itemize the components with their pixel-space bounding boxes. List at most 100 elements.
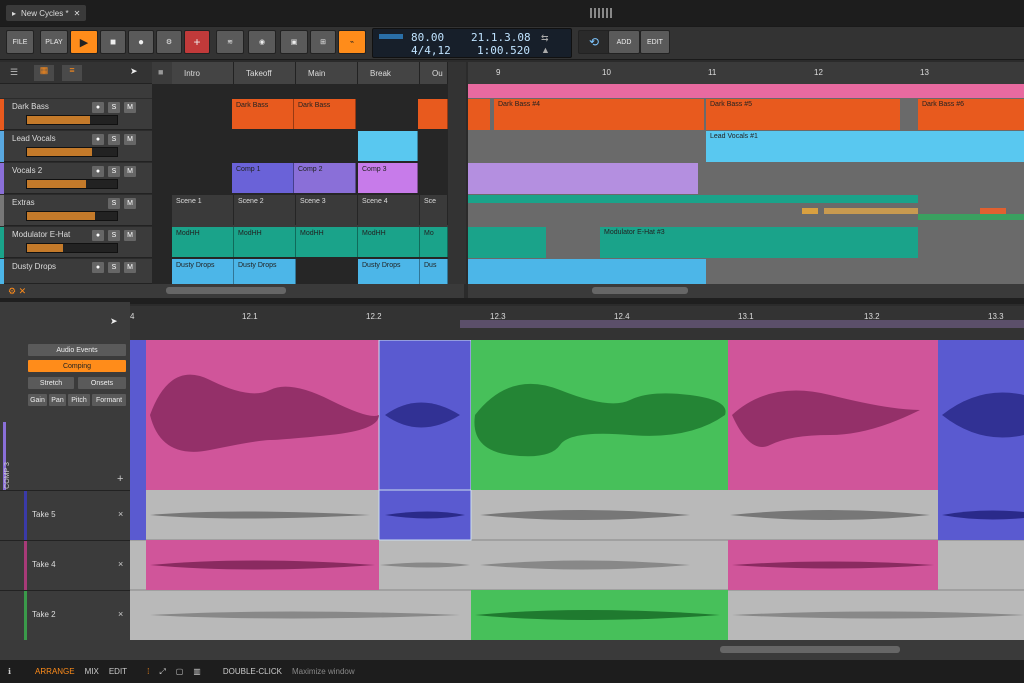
- editor-scrollbar[interactable]: [0, 640, 1024, 660]
- scene-outro[interactable]: Ou: [420, 62, 448, 84]
- scene-launch[interactable]: Sce: [420, 195, 448, 225]
- scene-break[interactable]: Break: [358, 62, 420, 84]
- stop-all-button[interactable]: ■: [152, 62, 172, 84]
- solo-button[interactable]: S: [108, 198, 120, 209]
- solo-button[interactable]: S: [108, 102, 120, 113]
- pitch-button[interactable]: Pitch: [68, 394, 90, 406]
- solo-button[interactable]: S: [108, 230, 120, 241]
- launcher-clip[interactable]: Comp 1: [232, 163, 294, 193]
- track-header-lead-vocals[interactable]: Lead Vocals ● S M: [0, 131, 152, 162]
- scene-intro[interactable]: Intro: [172, 62, 234, 84]
- close-icon[interactable]: ×: [118, 509, 123, 519]
- arranger-clip-dark-bass-6[interactable]: Dark Bass #6: [918, 99, 1024, 130]
- launcher-clip[interactable]: ModHH: [358, 227, 420, 257]
- comping-button[interactable]: Comping: [28, 360, 126, 372]
- arranger-clip-extras-small[interactable]: [824, 208, 918, 214]
- arm-button[interactable]: +: [184, 30, 210, 54]
- add-take-button[interactable]: +: [117, 473, 123, 485]
- volume-fader[interactable]: [26, 211, 118, 221]
- arranger-clip-extras-small[interactable]: [918, 214, 1024, 220]
- close-icon[interactable]: ✕: [74, 9, 81, 18]
- list-view-icon[interactable]: ≡: [62, 65, 82, 81]
- volume-fader[interactable]: [26, 179, 118, 189]
- track-name[interactable]: Dark Bass: [12, 102, 49, 111]
- arranger-clip-top[interactable]: [468, 84, 1024, 98]
- launcher-clip[interactable]: Dark Bass: [294, 99, 356, 129]
- metro-icon[interactable]: ▲: [541, 45, 550, 55]
- list-icon[interactable]: ☰: [10, 67, 18, 78]
- metronome-button[interactable]: ◉: [248, 30, 276, 54]
- launcher-clip[interactable]: ModHH: [296, 227, 358, 257]
- mute-button[interactable]: M: [124, 166, 136, 177]
- track-name[interactable]: Vocals 2: [12, 166, 42, 175]
- record-arm-button[interactable]: ●: [92, 262, 104, 273]
- track-header-modulator[interactable]: Modulator E-Hat ● S M: [0, 227, 152, 258]
- scroll-thumb[interactable]: [166, 287, 286, 294]
- edit-button[interactable]: EDIT: [640, 30, 670, 54]
- mute-button[interactable]: M: [124, 198, 136, 209]
- gain-button[interactable]: Gain: [28, 394, 47, 406]
- position-bars[interactable]: 21.1.3.08: [471, 31, 531, 44]
- file-button[interactable]: FILE: [6, 30, 34, 54]
- play-mode-button[interactable]: PLAY: [40, 30, 68, 54]
- arranger-clip-dusty[interactable]: [468, 259, 706, 284]
- take-lane-header-2[interactable]: Take 2 ×: [0, 590, 130, 641]
- automation-button[interactable]: ⚙: [156, 30, 182, 54]
- footer-tools-icon[interactable]: ⚙ ✕: [8, 286, 26, 297]
- grid-view-icon[interactable]: ▦: [34, 65, 54, 81]
- mix-view-tab[interactable]: MIX: [85, 667, 99, 676]
- track-name[interactable]: Extras: [12, 198, 35, 207]
- record-button[interactable]: ●: [128, 30, 154, 54]
- volume-fader[interactable]: [26, 147, 118, 157]
- add-button[interactable]: ADD: [608, 30, 640, 54]
- scene-launch[interactable]: Scene 3: [296, 195, 358, 225]
- scene-main[interactable]: Main: [296, 62, 358, 84]
- time-signature[interactable]: 4/4,12: [411, 44, 451, 57]
- track-header-vocals-2[interactable]: Vocals 2 ● S M: [0, 163, 152, 194]
- scroll-thumb[interactable]: [592, 287, 688, 294]
- solo-button[interactable]: S: [108, 166, 120, 177]
- arranger-clip-lead-vocals[interactable]: Lead Vocals #1: [706, 131, 1024, 162]
- launcher-clip[interactable]: ModHH: [172, 227, 234, 257]
- add-marker-button[interactable]: ⊞: [310, 30, 336, 54]
- take-lanes[interactable]: [130, 490, 1024, 640]
- solo-button[interactable]: S: [108, 262, 120, 273]
- launcher-clip[interactable]: Dusty Drops: [234, 259, 296, 284]
- track-header-extras[interactable]: Extras S M: [0, 195, 152, 226]
- pan-button[interactable]: Pan: [49, 394, 66, 406]
- volume-fader[interactable]: [26, 243, 118, 253]
- tap-icon[interactable]: ⇆: [541, 33, 549, 44]
- window-icon[interactable]: ▢: [176, 667, 184, 676]
- loop-region[interactable]: [460, 320, 1024, 328]
- track-header-dark-bass[interactable]: Dark Bass ● S M: [0, 99, 152, 130]
- comp-lane[interactable]: [130, 340, 1024, 490]
- arranger-clip-modulator[interactable]: [468, 227, 546, 258]
- record-arm-button[interactable]: ●: [92, 230, 104, 241]
- track-header-dusty-drops[interactable]: Dusty Drops ● S M: [0, 259, 152, 284]
- arranger-clip[interactable]: [468, 99, 490, 130]
- launcher-clip[interactable]: Dusty Drops: [358, 259, 420, 284]
- project-tab[interactable]: ▸ New Cycles * ✕: [6, 5, 87, 21]
- arranger-ruler[interactable]: 9 10 11 12 13: [468, 62, 1024, 84]
- launcher-clip[interactable]: Mo: [420, 227, 448, 257]
- play-button[interactable]: ▶: [70, 30, 98, 54]
- record-arm-button[interactable]: ●: [92, 166, 104, 177]
- mute-button[interactable]: M: [124, 134, 136, 145]
- track-name[interactable]: Dusty Drops: [12, 262, 56, 271]
- editor-ruler[interactable]: 4 12.1 12.2 12.3 12.4 13.1 13.2 13.3: [130, 306, 1024, 340]
- arranger-clip-dark-bass-4[interactable]: Dark Bass #4: [494, 99, 704, 130]
- close-icon[interactable]: ×: [118, 559, 123, 569]
- punch-button[interactable]: ▣: [280, 30, 308, 54]
- launcher-scrollbar[interactable]: [152, 284, 464, 298]
- take-lane-header-5[interactable]: Take 5 ×: [0, 490, 130, 541]
- audio-events-button[interactable]: Audio Events: [28, 344, 126, 356]
- layout-icon[interactable]: ⁞: [147, 667, 149, 676]
- track-name[interactable]: Lead Vocals: [12, 134, 56, 143]
- loop-button[interactable]: ⟲: [578, 30, 610, 54]
- close-icon[interactable]: ×: [118, 609, 123, 619]
- panel-divider[interactable]: [0, 298, 1024, 304]
- arrange-view-tab[interactable]: ARRANGE: [35, 667, 75, 676]
- launcher-clip[interactable]: Comp 2: [294, 163, 356, 193]
- launcher-clip[interactable]: [358, 131, 418, 161]
- launcher-clip[interactable]: Comp 3: [358, 163, 418, 193]
